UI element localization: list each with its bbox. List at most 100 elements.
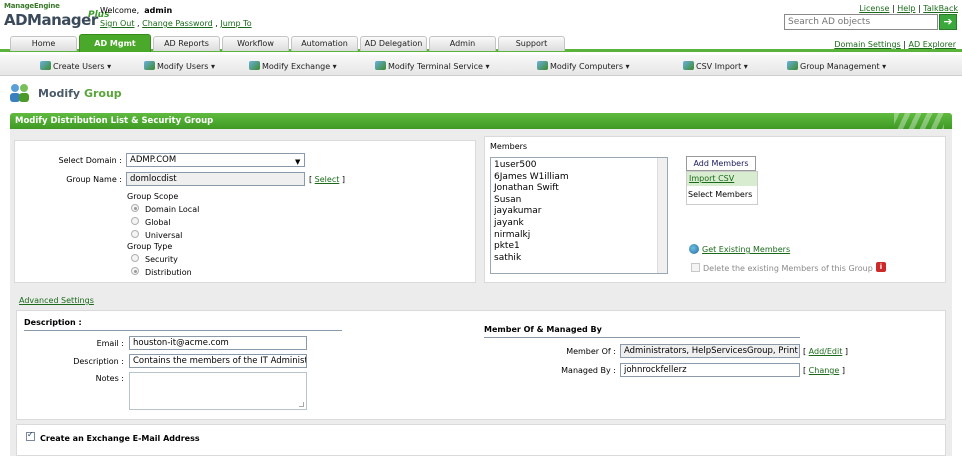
tab-admin[interactable]: Admin [429,36,496,51]
member-list-item[interactable]: nirmalkj [491,230,667,242]
group-name-field[interactable]: domlocdist [126,172,305,186]
subnav-modify-users[interactable]: Modify Users ▾ [144,61,215,71]
group-name-label: Group Name : [66,175,122,184]
add-members-button[interactable]: Add Members [686,156,756,171]
chevron-down-icon: ▼ [295,158,301,166]
select-members-menu-item[interactable]: Select Members [688,190,752,199]
exchange-icon [249,61,260,70]
member-of-section-title: Member Of & Managed By [484,325,602,334]
terminal-icon [375,61,386,70]
member-list-item[interactable]: pkte1 [491,241,667,253]
logo-subtitle: ManageEngine [4,2,60,10]
csv-icon [683,61,694,70]
group-icon [787,61,798,70]
subnav-modify-exchange[interactable]: Modify Exchange ▾ [249,61,337,71]
scope-domain-local-radio[interactable] [131,204,139,212]
group-scope-label: Group Scope [127,192,179,201]
description-section-title: Description : [24,318,82,327]
notes-textarea[interactable] [129,372,307,410]
logo: ADManager [4,11,98,29]
ad-explorer-link[interactable]: AD Explorer [909,40,956,49]
get-existing-members-link[interactable]: Get Existing Members [702,245,790,254]
select-group-link-wrap: [ Select ] [309,175,346,184]
sign-out-link[interactable]: Sign Out [100,19,135,28]
member-list-item[interactable]: Susan [491,195,667,207]
license-link[interactable]: License [859,4,889,13]
user-links: Sign Out , Change Password , Jump To [100,19,252,28]
delete-existing-checkbox[interactable] [691,263,700,272]
get-members-icon [689,244,699,254]
description-field[interactable]: Contains the members of the IT Administr… [129,354,307,368]
tab-support[interactable]: Support [498,36,565,51]
tab-home[interactable]: Home [10,36,77,51]
talkback-link[interactable]: TalkBack [923,4,958,13]
members-label: Members [490,142,528,151]
tab-ad-delegation[interactable]: AD Delegation [360,36,427,51]
member-list-item[interactable]: jayank [491,218,667,230]
type-security-label: Security [145,255,178,264]
welcome-text: Welcome, admin [100,6,173,15]
subnav-group-management[interactable]: Group Management ▾ [787,61,886,71]
help-links: License | Help | TalkBack [859,4,958,13]
group-type-label: Group Type [127,242,173,251]
exchange-email-label: Create an Exchange E-Mail Address [40,434,200,443]
select-domain-label: Select Domain : [58,156,122,165]
header-decoration [894,113,944,129]
member-list-item[interactable]: Jonathan Swift [491,183,667,195]
type-security-radio[interactable] [131,254,139,262]
scope-global-label: Global [145,218,171,227]
domain-select[interactable]: ADMP.COM [126,153,305,167]
select-group-link[interactable]: Select [315,175,340,184]
search-go-button[interactable]: ➔ [939,14,957,30]
help-link[interactable]: Help [897,4,915,13]
member-list-item[interactable]: jayakumar [491,206,667,218]
group-icon [10,84,29,102]
tab-ad-mgmt[interactable]: AD Mgmt [79,34,151,52]
tab-ad-reports[interactable]: AD Reports [153,36,220,51]
type-distribution-label: Distribution [145,268,192,277]
add-edit-link[interactable]: Add/Edit [809,347,843,356]
jump-to-link[interactable]: Jump To [220,19,251,28]
info-icon[interactable]: i [876,262,886,272]
tab-workflow[interactable]: Workflow [222,36,289,51]
email-field[interactable]: houston-it@acme.com [129,336,307,350]
member-list-item[interactable]: 6James W1illiam [491,172,667,184]
exchange-email-checkbox[interactable] [26,430,35,441]
scope-universal-radio[interactable] [131,230,139,238]
section-header: Modify Distribution List & Security Grou… [10,113,952,129]
scope-universal-label: Universal [145,231,183,240]
change-manager-link[interactable]: Change [809,366,840,375]
notes-label: Notes : [95,374,124,383]
subnav-modify-computers[interactable]: Modify Computers ▾ [537,61,630,71]
users-icon [40,61,51,70]
divider [484,337,800,338]
import-csv-menu-item[interactable]: Import CSV [687,172,757,186]
change-password-link[interactable]: Change Password [142,19,213,28]
subnav-create-users[interactable]: Create Users ▾ [40,61,111,71]
managed-by-label: Managed By : [561,366,616,375]
member-of-field[interactable]: Administrators, HelpServicesGroup, Print… [620,344,800,358]
resize-grip[interactable] [299,402,304,407]
domain-links: Domain Settings | AD Explorer [834,40,956,49]
tab-automation[interactable]: Automation [291,36,358,51]
scrollbar[interactable] [657,158,667,273]
username: admin [144,6,173,15]
advanced-settings-link[interactable]: Advanced Settings [19,296,94,305]
managed-by-field[interactable]: johnrockfellerz [620,363,800,377]
member-list-item[interactable]: 1user500 [491,160,667,172]
member-of-label: Member Of : [566,347,616,356]
domain-settings-link[interactable]: Domain Settings [834,40,900,49]
divider [24,330,342,331]
page-title: Modify Group [38,87,122,100]
subnav-modify-terminal-service[interactable]: Modify Terminal Service ▾ [375,61,490,71]
member-list-item[interactable]: sathik [491,253,667,265]
users-icon [144,61,155,70]
subnav-csv-import[interactable]: CSV Import ▾ [683,61,748,71]
type-distribution-radio[interactable] [131,267,139,275]
email-label: Email : [96,339,124,348]
computer-icon [537,61,548,70]
members-list[interactable]: 1user500 6James W1illiam Jonathan Swift Sus… [490,157,668,274]
scope-global-radio[interactable] [131,217,139,225]
delete-existing-label: Delete the existing Members of this Grou… [703,264,873,273]
search-input[interactable] [784,14,938,30]
